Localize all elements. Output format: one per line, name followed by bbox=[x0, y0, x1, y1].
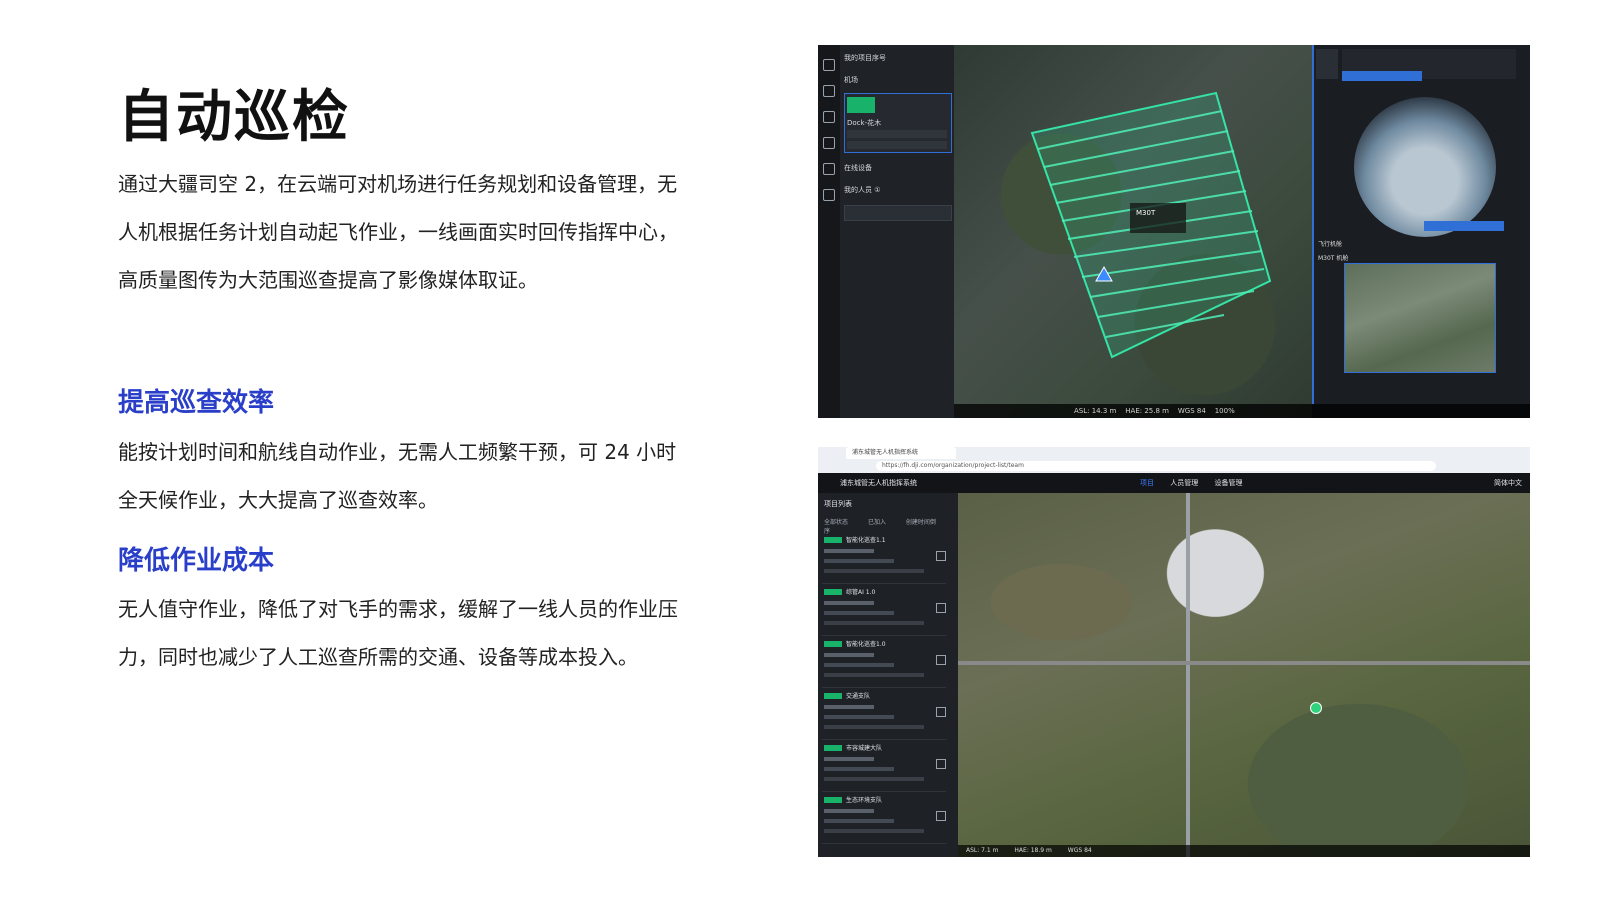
map-pin-icon[interactable] bbox=[1310, 702, 1322, 714]
status-asl: ASL: 7.1 m bbox=[966, 847, 999, 854]
dock-status-line bbox=[847, 141, 947, 149]
status-badge bbox=[824, 797, 842, 803]
enter-icon[interactable] bbox=[936, 811, 946, 821]
panel-header: 我的项目序号 bbox=[844, 54, 886, 62]
app-brand[interactable]: 浦东城管无人机指挥系统 bbox=[840, 473, 917, 493]
project-name: 综管AI 1.0 bbox=[846, 589, 876, 596]
list-item[interactable]: 智能化巡查1.0 bbox=[822, 639, 946, 688]
enter-icon[interactable] bbox=[936, 603, 946, 613]
screenshot-flight-console: 我的项目序号 机场 Dock-花木 在线设备 我的人员 ① M30T 飞行机舱 … bbox=[818, 45, 1530, 418]
filter-status[interactable]: 全部状态 bbox=[824, 519, 848, 526]
camera-label: M30T 机舱 bbox=[1318, 255, 1349, 262]
status-badge bbox=[824, 537, 842, 543]
alert-icon[interactable] bbox=[823, 85, 835, 97]
status-asl: ASL: 14.3 m bbox=[1074, 407, 1117, 415]
section-title-efficiency: 提高巡查效率 bbox=[118, 388, 275, 418]
nav-devices[interactable]: 设备管理 bbox=[1214, 479, 1242, 487]
project-name: 交通支队 bbox=[846, 693, 871, 700]
dock-card[interactable]: Dock-花木 bbox=[844, 93, 952, 153]
project-name: 智能化巡查1.0 bbox=[846, 641, 886, 648]
screenshot-project-list: 浦东城管无人机指挥系统 https://fh.dji.com/organizat… bbox=[818, 447, 1530, 857]
section-text-efficiency: 能按计划时间和航线自动作业，无需人工频繁干预，可 24 小时全天候作业，大大提高… bbox=[118, 440, 677, 512]
list-item[interactable]: 生态环境支队 bbox=[822, 795, 946, 844]
right-tab-label: 飞行机舱 bbox=[1318, 241, 1343, 248]
flight-route-overlay: M30T bbox=[1030, 91, 1272, 359]
icon-sidebar bbox=[818, 45, 841, 418]
map-view[interactable]: M30T bbox=[954, 45, 1312, 418]
dock-camera-feed[interactable] bbox=[1354, 97, 1496, 237]
dock-thumbnail bbox=[1316, 49, 1338, 79]
status-hae: HAE: 25.8 m bbox=[1125, 407, 1169, 415]
language-switch[interactable]: 简体中文 bbox=[1494, 473, 1522, 493]
section-online[interactable]: 在线设备 bbox=[844, 163, 872, 173]
project-sidebar: 项目列表 全部状态 已加入 创建时间倒序 智能化巡查1.1 综管AI 1.0 智… bbox=[818, 493, 958, 857]
enter-icon[interactable] bbox=[936, 655, 946, 665]
enter-icon[interactable] bbox=[936, 707, 946, 717]
status-wgs: WGS 84 bbox=[1067, 847, 1092, 854]
project-name: 智能化巡查1.1 bbox=[846, 537, 886, 544]
calendar-icon[interactable] bbox=[823, 189, 835, 201]
filter-joined[interactable]: 已加入 bbox=[868, 519, 886, 526]
status-wgs: WGS 84 bbox=[1177, 407, 1206, 415]
status-badge bbox=[824, 745, 842, 751]
device-panel: 我的项目序号 机场 Dock-花木 在线设备 我的人员 ① bbox=[840, 45, 954, 418]
list-item[interactable]: 市容城建大队 bbox=[822, 743, 946, 792]
list-item[interactable]: 综管AI 1.0 bbox=[822, 587, 946, 636]
section-title-cost: 降低作业成本 bbox=[118, 546, 275, 576]
map-status-bar: ASL: 7.1 m HAE: 18.9 m WGS 84 bbox=[958, 845, 1530, 857]
status-hae: HAE: 18.9 m bbox=[1014, 847, 1052, 854]
media-icon[interactable] bbox=[823, 137, 835, 149]
app-header: 浦东城管无人机指挥系统 项目 人员管理 设备管理 简体中文 bbox=[818, 473, 1530, 493]
project-name: 市容城建大队 bbox=[846, 745, 883, 752]
top-nav: 项目 人员管理 设备管理 bbox=[1140, 473, 1256, 493]
browser-chrome: 浦东城管无人机指挥系统 https://fh.dji.com/organizat… bbox=[818, 447, 1530, 474]
page-title: 自动巡检 bbox=[118, 85, 350, 150]
enter-icon[interactable] bbox=[936, 759, 946, 769]
list-header: 项目列表 bbox=[824, 500, 852, 508]
dock-status-line bbox=[847, 130, 947, 138]
status-badge bbox=[824, 693, 842, 699]
dock-name: Dock-花木 bbox=[847, 119, 882, 127]
satellite-map[interactable] bbox=[958, 493, 1530, 857]
status-zoom: 100% bbox=[1214, 407, 1235, 415]
nav-people[interactable]: 人员管理 bbox=[1170, 479, 1198, 487]
project-icon[interactable] bbox=[823, 59, 835, 71]
address-bar[interactable]: https://fh.dji.com/organization/project-… bbox=[876, 461, 1436, 471]
map-status-bar: ASL: 14.3 m HAE: 25.8 m WGS 84 100% bbox=[954, 404, 1530, 418]
intro-paragraph: 通过大疆司空 2，在云端可对机场进行任务规划和设备管理，无人机根据任务计划自动起… bbox=[118, 172, 678, 292]
status-badge bbox=[824, 641, 842, 647]
dock-tab-active[interactable] bbox=[1342, 71, 1422, 81]
browser-tab[interactable]: 浦东城管无人机指挥系统 bbox=[846, 447, 956, 459]
section-dock[interactable]: 机场 bbox=[844, 75, 858, 85]
list-filters: 全部状态 已加入 创建时间倒序 bbox=[824, 517, 958, 535]
live-video-panel: 飞行机舱 M30T 机舱 bbox=[1312, 45, 1530, 404]
drone-camera-feed[interactable] bbox=[1344, 263, 1496, 373]
list-item[interactable]: 智能化巡查1.1 bbox=[822, 535, 946, 584]
section-text-cost: 无人值守作业，降低了对飞手的需求，缓解了一线人员的作业压力，同时也减少了人工巡查… bbox=[118, 597, 678, 669]
online-device-row[interactable] bbox=[844, 205, 952, 221]
section-group[interactable]: 我的人员 ① bbox=[844, 185, 881, 195]
list-item[interactable]: 交通支队 bbox=[822, 691, 946, 740]
route-icon[interactable] bbox=[823, 163, 835, 175]
enter-icon[interactable] bbox=[936, 551, 946, 561]
camera-tab-active[interactable] bbox=[1424, 221, 1504, 231]
nav-projects[interactable]: 项目 bbox=[1140, 479, 1154, 487]
status-chip bbox=[847, 97, 875, 113]
drone-label: M30T bbox=[1136, 209, 1156, 217]
status-badge bbox=[824, 589, 842, 595]
layers-icon[interactable] bbox=[823, 111, 835, 123]
project-name: 生态环境支队 bbox=[846, 797, 883, 804]
